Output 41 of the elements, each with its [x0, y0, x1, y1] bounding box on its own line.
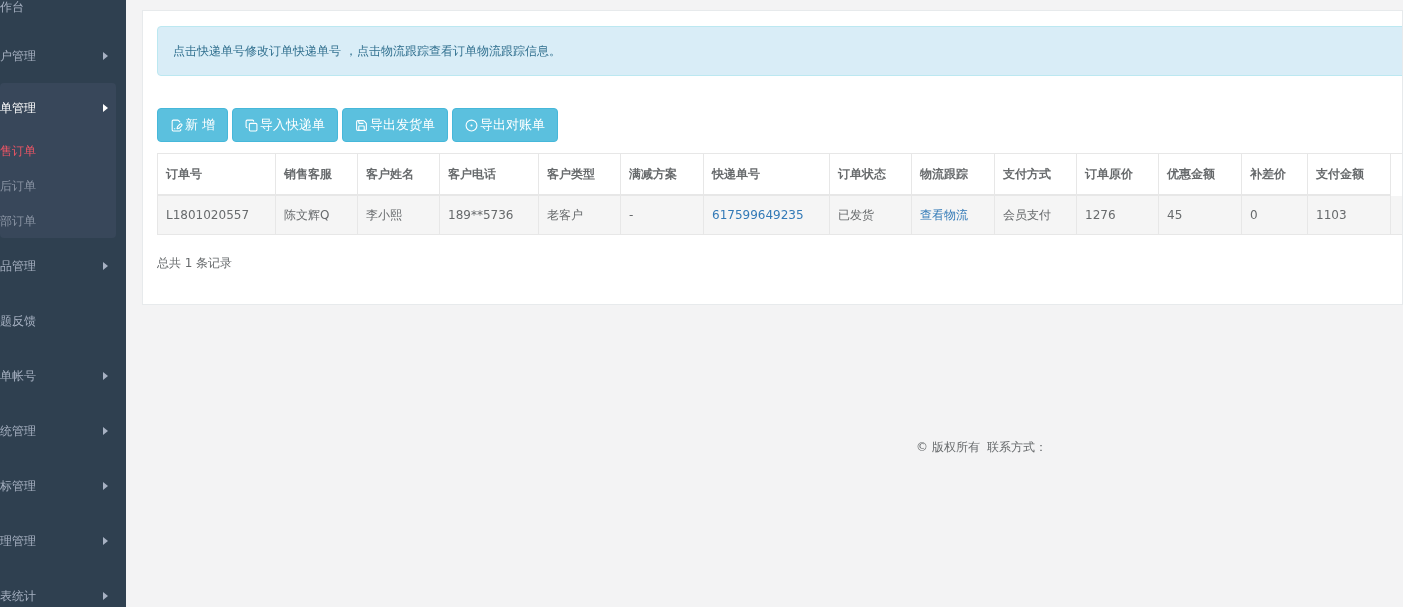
sidebar-item[interactable]: 统管理 [0, 403, 126, 458]
record-count: 总共 1 条记录 [157, 255, 234, 272]
sidebar-item[interactable]: 单帐号 [0, 348, 126, 403]
table-cell: 李小熙 [358, 196, 440, 234]
table-cell: - [621, 196, 704, 234]
table-link[interactable]: 617599649235 [704, 196, 830, 234]
copy-icon [245, 118, 259, 132]
caret-icon [103, 536, 108, 545]
sidebar-item[interactable]: 户管理 [0, 28, 126, 83]
sidebar-subitem[interactable]: 后订单 [0, 168, 116, 203]
sidebar-item[interactable]: 题反馈 [0, 293, 126, 348]
table-cell: 陈文辉Q [276, 196, 358, 234]
caret-icon [103, 481, 108, 490]
sidebar-item[interactable]: 理管理 [0, 513, 126, 568]
sidebar-item[interactable]: 表统计 [0, 568, 126, 607]
sidebar-item[interactable]: 品管理 [0, 238, 126, 293]
table-cell: 189**5736 [440, 196, 539, 234]
table-cell: 老客户 [539, 196, 621, 234]
caret-icon [103, 261, 108, 270]
table-link[interactable]: 查看物流 [912, 196, 995, 234]
caret-icon [103, 426, 108, 435]
caret-icon [103, 371, 108, 380]
sidebar-item[interactable]: 单管理 [0, 83, 116, 133]
sidebar-subitem[interactable]: 部订单 [0, 203, 116, 238]
edit-icon [170, 118, 183, 132]
table-cell: 1276 [1077, 196, 1159, 234]
footer-text: © 版权所有 联系方式： [915, 439, 1049, 456]
info-alert: 点击快递单号修改订单快递单号 ，点击物流跟踪查看订单物流跟踪信息。 [157, 26, 1402, 76]
table-cell: 1103 [1308, 196, 1391, 234]
table-cell: 已发货 [830, 196, 912, 234]
sidebar-subitem[interactable]: 售订单 [0, 133, 116, 168]
sidebar-item[interactable]: 标管理 [0, 458, 126, 513]
table-cell: 会员支付 [995, 196, 1077, 234]
table-cell: L1801020557 [158, 196, 276, 234]
caret-icon [103, 104, 108, 112]
circle-icon [465, 118, 479, 132]
table-cell: 45 [1159, 196, 1242, 234]
caret-icon [103, 51, 108, 60]
table-cell: 0 [1242, 196, 1308, 234]
caret-icon [103, 591, 108, 600]
sidebar-item[interactable]: 作台 [0, 0, 126, 28]
